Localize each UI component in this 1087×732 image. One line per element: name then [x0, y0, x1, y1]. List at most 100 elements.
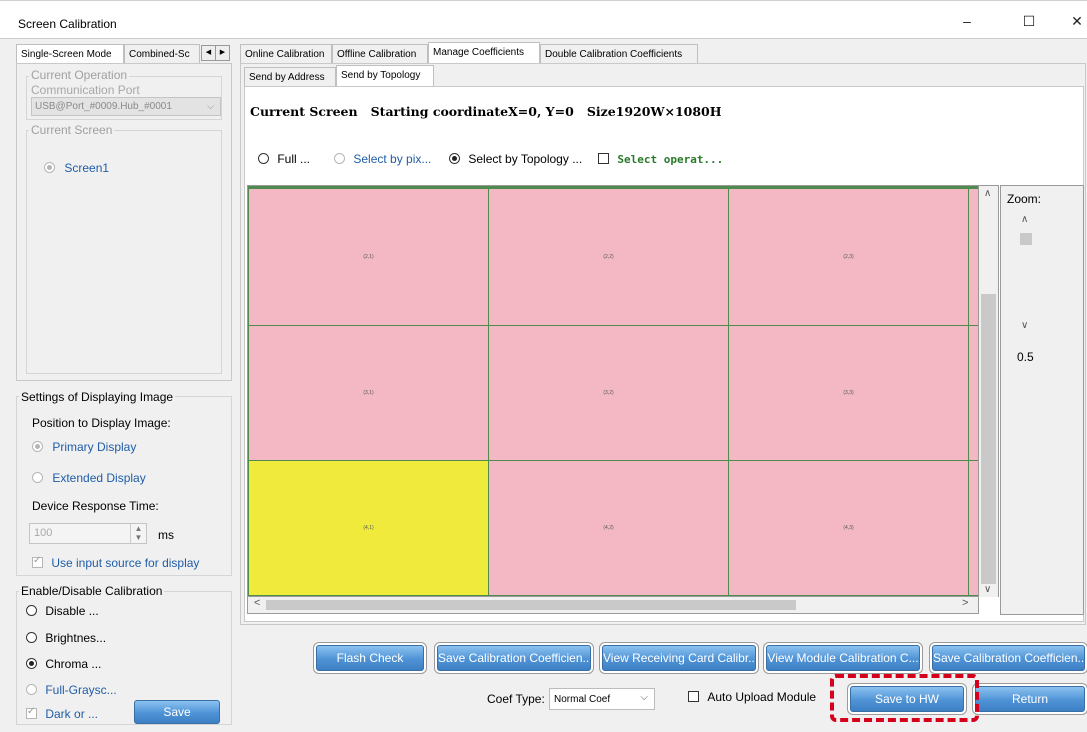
- stepper-arrows-icon[interactable]: ▲ ▼: [130, 524, 146, 543]
- zoom-value: 0.5: [1017, 350, 1034, 364]
- module-cell-selected[interactable]: (4,1): [248, 460, 489, 596]
- extended-display-radio[interactable]: [32, 472, 43, 483]
- tab-scroll-left-icon[interactable]: ◀: [201, 45, 216, 61]
- tab-double-calibration[interactable]: Double Calibration Coefficients: [540, 44, 698, 64]
- primary-display-label: Primary Display: [52, 440, 137, 454]
- position-label: Position to Display Image:: [32, 416, 171, 430]
- primary-display-option[interactable]: Primary Display: [32, 440, 136, 454]
- tab-send-by-address[interactable]: Send by Address: [244, 67, 336, 87]
- module-cell-partial[interactable]: [968, 325, 978, 461]
- chroma-label: Chroma ...: [45, 657, 102, 671]
- close-button[interactable]: ✕: [1062, 13, 1087, 30]
- topology-canvas[interactable]: (2,1) (2,2) (2,3) (3,1) (3,2) (3,3) (4,1…: [247, 185, 979, 597]
- chevron-down-icon: ⌵: [640, 692, 648, 703]
- response-unit: ms: [158, 528, 174, 542]
- tab-send-by-topology[interactable]: Send by Topology: [336, 65, 434, 87]
- tab-online-calibration[interactable]: Online Calibration: [240, 44, 332, 64]
- tab-offline-calibration[interactable]: Offline Calibration: [332, 44, 428, 64]
- zoom-down-icon[interactable]: ∨: [1021, 320, 1028, 331]
- scroll-left-icon[interactable]: <: [254, 597, 260, 609]
- pixel-mode-option[interactable]: Select by pix...: [334, 152, 431, 166]
- screen1-radio[interactable]: [44, 162, 55, 173]
- extended-display-label: Extended Display: [52, 471, 146, 485]
- calibration-toggle-legend: Enable/Disable Calibration: [19, 584, 165, 598]
- select-operate-checkbox[interactable]: [598, 153, 609, 164]
- module-cell[interactable]: (3,1): [248, 325, 489, 461]
- full-grayscale-radio[interactable]: [26, 684, 37, 695]
- view-module-calibration-button[interactable]: View Module Calibration C...: [766, 645, 920, 671]
- scroll-up-icon[interactable]: ∧: [984, 188, 991, 199]
- module-cell-partial[interactable]: [968, 188, 978, 326]
- brightness-option[interactable]: Brightnes...: [26, 631, 106, 645]
- save-calibration-coefficients-2-button[interactable]: Save Calibration Coefficien...: [932, 645, 1085, 671]
- maximize-button[interactable]: ☐: [1014, 13, 1044, 30]
- coef-type-select[interactable]: Normal Coef ⌵: [549, 688, 655, 710]
- module-cell[interactable]: (4,2): [488, 460, 729, 596]
- module-cell-partial[interactable]: [968, 460, 978, 596]
- zoom-slider[interactable]: ∧ ∨: [1018, 214, 1034, 332]
- save-calibration-coefficients-button[interactable]: Save Calibration Coefficien...: [437, 645, 591, 671]
- tab-combined-screen[interactable]: Combined-Sc: [124, 44, 200, 64]
- full-grayscale-option[interactable]: Full-Graysc...: [26, 683, 117, 697]
- response-time-stepper[interactable]: 100 ▲ ▼: [29, 523, 147, 544]
- communication-port-select[interactable]: USB@Port_#0009.Hub_#0001 ⌵: [31, 97, 221, 116]
- select-operate-label: Select operat...: [617, 153, 724, 166]
- input-source-checkbox[interactable]: [32, 555, 43, 568]
- coef-type-label: Coef Type:: [487, 692, 545, 706]
- vertical-scrollbar[interactable]: ∧ ∨: [979, 185, 999, 597]
- tab-scroll-right-icon[interactable]: ▶: [215, 45, 230, 61]
- return-button[interactable]: Return: [975, 686, 1085, 712]
- module-cell[interactable]: (3,2): [488, 325, 729, 461]
- view-receiving-card-button[interactable]: View Receiving Card Calibr...: [602, 645, 756, 671]
- primary-display-radio[interactable]: [32, 441, 43, 452]
- dark-checkbox[interactable]: [26, 706, 37, 719]
- module-cell[interactable]: (2,2): [488, 188, 729, 326]
- auto-upload-checkbox[interactable]: [688, 691, 699, 702]
- module-cell[interactable]: (4,3): [728, 460, 969, 596]
- input-source-option[interactable]: Use input source for display: [32, 555, 199, 570]
- tab-single-screen-mode[interactable]: Single-Screen Mode: [16, 44, 124, 64]
- scroll-right-icon[interactable]: >: [962, 597, 968, 609]
- topology-mode-option[interactable]: Select by Topology ...: [449, 152, 582, 166]
- horizontal-scroll-thumb[interactable]: [266, 600, 796, 610]
- vertical-scroll-thumb[interactable]: [981, 294, 996, 584]
- disable-radio[interactable]: [26, 605, 37, 616]
- brightness-label: Brightnes...: [45, 631, 107, 645]
- full-mode-label: Full ...: [277, 152, 311, 166]
- zoom-panel: Zoom: ∧ ∨ 0.5: [1000, 185, 1084, 615]
- scroll-down-icon[interactable]: ∨: [984, 584, 991, 595]
- coef-type-value: Normal Coef: [554, 694, 611, 705]
- screen1-option[interactable]: Screen1: [44, 161, 109, 175]
- zoom-up-icon[interactable]: ∧: [1021, 214, 1028, 225]
- save-button[interactable]: Save: [134, 700, 220, 724]
- current-operation-legend: Current Operation: [29, 68, 130, 82]
- module-cell[interactable]: (2,1): [248, 188, 489, 326]
- auto-upload-option[interactable]: Auto Upload Module: [688, 690, 816, 704]
- tab-manage-coefficients[interactable]: Manage Coefficients: [428, 42, 540, 64]
- horizontal-scrollbar[interactable]: < >: [247, 597, 979, 614]
- full-mode-radio[interactable]: [258, 153, 269, 164]
- full-mode-option[interactable]: Full ...: [258, 152, 310, 166]
- disable-option[interactable]: Disable ...: [26, 604, 99, 618]
- module-cell[interactable]: (3,3): [728, 325, 969, 461]
- zoom-slider-thumb[interactable]: [1020, 233, 1032, 245]
- chroma-option[interactable]: Chroma ...: [26, 657, 101, 671]
- title-bar: Screen Calibration – ☐ ✕: [0, 0, 1087, 39]
- select-operate-option[interactable]: Select operat...: [598, 152, 723, 166]
- highlight-annotation: [830, 674, 979, 722]
- brightness-radio[interactable]: [26, 632, 37, 643]
- current-screen-legend: Current Screen: [29, 123, 115, 137]
- chevron-down-icon: ⌵: [207, 101, 214, 111]
- module-cell[interactable]: (2,3): [728, 188, 969, 326]
- auto-upload-label: Auto Upload Module: [707, 690, 817, 704]
- screen-info: Current Screen Starting coordinateX=0, Y…: [250, 104, 722, 119]
- extended-display-option[interactable]: Extended Display: [32, 471, 146, 485]
- minimize-button[interactable]: –: [952, 13, 982, 29]
- pixel-mode-radio[interactable]: [334, 153, 345, 164]
- screen1-label: Screen1: [64, 161, 110, 175]
- pixel-mode-label: Select by pix...: [353, 152, 432, 166]
- chroma-radio[interactable]: [26, 658, 37, 669]
- dark-option[interactable]: Dark or ...: [26, 706, 98, 721]
- topology-mode-radio[interactable]: [449, 153, 460, 164]
- flash-check-button[interactable]: Flash Check: [316, 645, 424, 671]
